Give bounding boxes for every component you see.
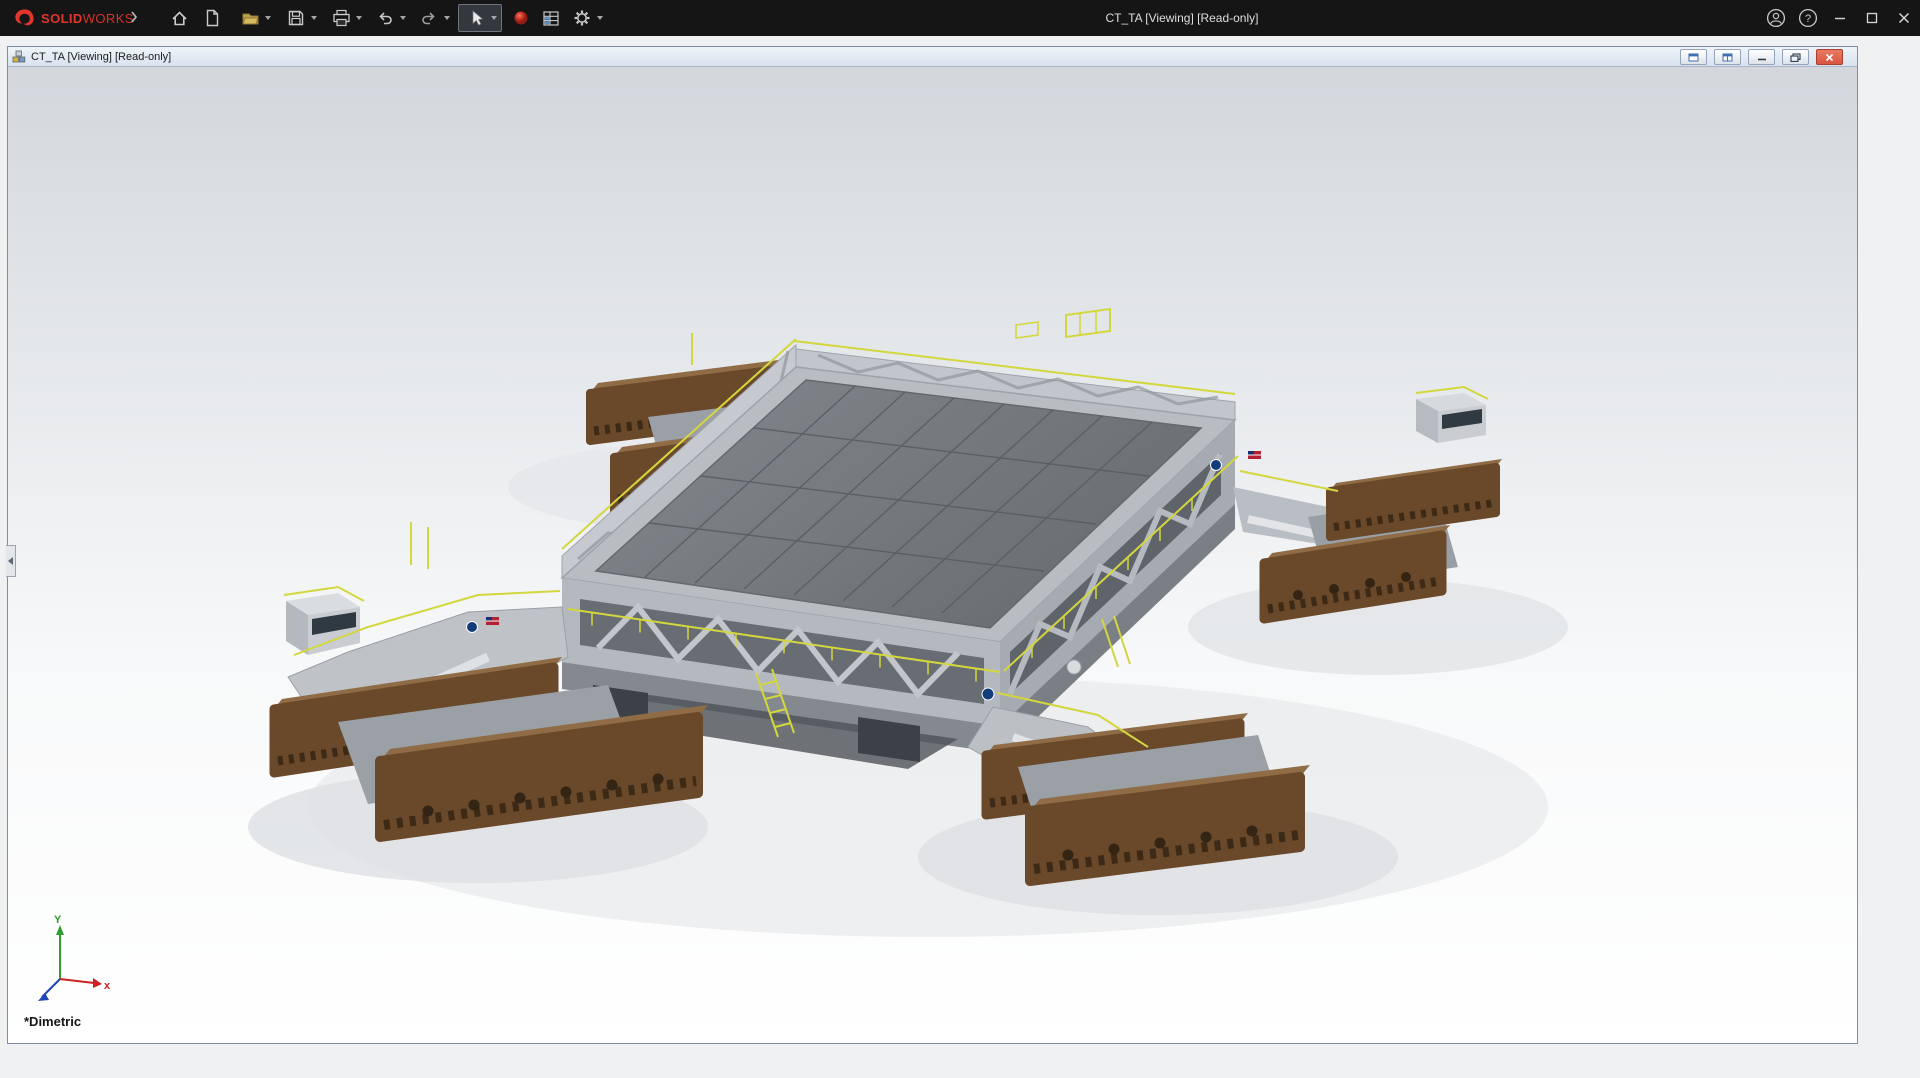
print-dropdown-caret[interactable] — [356, 16, 362, 20]
open-dropdown-caret[interactable] — [265, 16, 271, 20]
select-dropdown-caret[interactable] — [491, 16, 497, 20]
doc-minimize-button[interactable] — [1748, 49, 1775, 65]
close-button[interactable] — [1888, 0, 1920, 36]
collapse-arrow-icon — [8, 557, 13, 565]
dassault-logo-icon — [10, 7, 36, 29]
triad-y-label: Y — [54, 914, 62, 926]
help-button[interactable]: ? — [1792, 0, 1824, 36]
document-titlebar[interactable]: CT_TA [Viewing] [Read-only] — [8, 47, 1857, 67]
properties-table-button[interactable] — [538, 5, 564, 31]
doc-split-window-button[interactable] — [1714, 49, 1741, 65]
featuremanager-collapse-tab[interactable] — [6, 545, 16, 577]
redo-button[interactable] — [416, 5, 450, 31]
operator-cab-left — [284, 587, 364, 655]
print-button[interactable] — [328, 5, 362, 31]
app-titlebar: SOLIDWORKS — [0, 0, 1920, 36]
brand-wordmark: SOLIDWORKS — [41, 11, 134, 26]
solidworks-logo: SOLIDWORKS — [10, 0, 134, 36]
app-title: CT_TA [Viewing] [Read-only] — [1106, 0, 1259, 36]
red-sphere-button[interactable] — [508, 5, 534, 31]
document-window-controls — [1680, 49, 1843, 65]
options-dropdown-caret[interactable] — [597, 16, 603, 20]
undo-dropdown-caret[interactable] — [400, 16, 406, 20]
minimize-button[interactable] — [1824, 0, 1856, 36]
graphics-viewport[interactable]: Y x *Dimetric — [8, 67, 1857, 1043]
svg-text:?: ? — [1805, 13, 1811, 25]
model-canvas[interactable]: Y x — [8, 67, 1857, 1043]
select-tool-group — [458, 4, 502, 32]
doc-close-button[interactable] — [1816, 49, 1843, 65]
breadcrumb-chevron-icon[interactable] — [130, 10, 138, 29]
doc-new-window-button[interactable] — [1680, 49, 1707, 65]
titlebar-right-cluster: ? — [1760, 0, 1920, 36]
open-button[interactable] — [237, 5, 271, 31]
new-document-button[interactable] — [199, 5, 225, 31]
solidworks-app: { "brand": { "bold": "SOLID", "light": "… — [0, 0, 1920, 1078]
document-title: CT_TA [Viewing] [Read-only] — [31, 51, 171, 63]
undo-button[interactable] — [372, 5, 406, 31]
home-button[interactable] — [166, 5, 192, 31]
maximize-button[interactable] — [1856, 0, 1888, 36]
options-gear-button[interactable] — [569, 5, 603, 31]
document-window: CT_TA [Viewing] [Read-only] — [7, 46, 1858, 1044]
save-button[interactable] — [283, 5, 317, 31]
triad-x-label: x — [104, 980, 111, 992]
redo-dropdown-caret[interactable] — [444, 16, 450, 20]
orientation-triad: Y x — [38, 914, 111, 1001]
account-button[interactable] — [1760, 0, 1792, 36]
view-orientation-label: *Dimetric — [24, 1014, 81, 1029]
doc-restore-button[interactable] — [1782, 49, 1809, 65]
assembly-document-icon — [12, 50, 26, 64]
operator-cab-right — [1416, 387, 1488, 443]
select-cursor-button[interactable] — [463, 5, 489, 31]
save-dropdown-caret[interactable] — [311, 16, 317, 20]
